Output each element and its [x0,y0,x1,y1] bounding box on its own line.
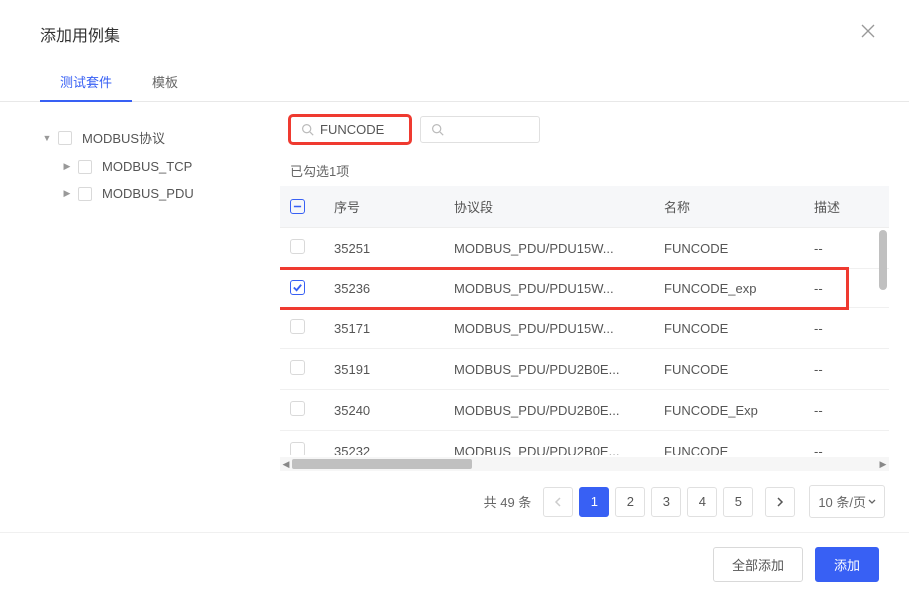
caret-right-icon[interactable]: ▶ [60,161,74,172]
col-seq: 序号 [324,186,444,228]
tree-label: MODBUS协议 [82,128,165,147]
page-number-1[interactable]: 1 [579,487,609,517]
search-box-primary[interactable] [290,116,410,143]
page-size-label: 10 条/页 [818,492,866,511]
cell-proto: MODBUS_PDU/PDU15W... [444,308,654,349]
scroll-left-icon[interactable]: ◀ [280,457,292,471]
page-number-2[interactable]: 2 [615,487,645,517]
cell-desc: -- [804,228,889,269]
vertical-scrollbar[interactable] [879,230,887,290]
search-input[interactable] [320,122,399,137]
cell-desc: -- [804,349,889,390]
row-checkbox[interactable] [290,401,305,416]
search-input-secondary[interactable] [450,122,529,137]
close-icon [861,24,875,38]
tree-node-root[interactable]: ▼ MODBUS协议 [40,122,250,153]
caret-right-icon[interactable]: ▶ [60,188,74,199]
tree-checkbox[interactable] [78,160,92,174]
cell-desc: -- [804,390,889,431]
table-row[interactable]: 35236MODBUS_PDU/PDU15W...FUNCODE_exp-- [280,269,889,308]
tree-node-pdu[interactable]: ▶ MODBUS_PDU [60,180,250,207]
cell-seq: 35251 [324,228,444,269]
horizontal-scrollbar-track[interactable]: ◀ ▶ [280,457,889,471]
tab-bar: 测试套件 模板 [0,62,909,102]
table-wrapper: 序号 协议段 名称 描述 35251MODBUS_PDU/PDU15W...FU… [280,186,889,455]
chevron-right-icon [776,497,784,507]
close-button[interactable] [857,20,879,47]
cell-desc: -- [804,308,889,349]
cell-seq: 35191 [324,349,444,390]
page-size-select[interactable]: 10 条/页 [809,485,885,518]
cell-seq: 35240 [324,390,444,431]
tab-template[interactable]: 模板 [132,62,198,101]
selected-count: 已勾选1项 [280,155,889,186]
page-number-5[interactable]: 5 [723,487,753,517]
cell-desc: -- [804,431,889,456]
cell-proto: MODBUS_PDU/PDU2B0E... [444,349,654,390]
tree-checkbox[interactable] [58,131,72,145]
horizontal-scrollbar-thumb[interactable] [292,459,472,469]
pagination: 共 49 条 12345 10 条/页 [280,471,889,522]
scroll-right-icon[interactable]: ▶ [877,457,889,471]
chevron-left-icon [554,497,562,507]
cell-proto: MODBUS_PDU/PDU2B0E... [444,390,654,431]
table-row[interactable]: 35232MODBUS_PDU/PDU2B0E...FUNCODE-- [280,431,889,456]
add-button[interactable]: 添加 [815,547,879,582]
row-checkbox[interactable] [290,280,305,295]
cell-name: FUNCODE_exp [654,269,804,308]
cell-name: FUNCODE_Exp [654,390,804,431]
col-proto: 协议段 [444,186,654,228]
chevron-down-icon [868,499,876,505]
search-row [280,116,889,143]
row-checkbox[interactable] [290,239,305,254]
cell-desc: -- [804,269,889,308]
page-prev[interactable] [543,487,573,517]
table-header-row: 序号 协议段 名称 描述 [280,186,889,228]
cell-name: FUNCODE [654,228,804,269]
results-table: 序号 协议段 名称 描述 35251MODBUS_PDU/PDU15W...FU… [280,186,889,455]
minus-icon [293,202,302,211]
table-row[interactable]: 35171MODBUS_PDU/PDU15W...FUNCODE-- [280,308,889,349]
search-box-secondary[interactable] [420,116,540,143]
protocol-tree: ▼ MODBUS协议 ▶ MODBUS_TCP ▶ MODBUS_PDU [0,102,270,532]
tab-test-suite[interactable]: 测试套件 [40,62,132,101]
tree-label: MODBUS_PDU [102,186,194,201]
tree-node-tcp[interactable]: ▶ MODBUS_TCP [60,153,250,180]
modal-title: 添加用例集 [40,22,120,46]
tree-label: MODBUS_TCP [102,159,192,174]
page-number-3[interactable]: 3 [651,487,681,517]
add-all-button[interactable]: 全部添加 [713,547,803,582]
search-icon [431,123,444,136]
table-row[interactable]: 35191MODBUS_PDU/PDU2B0E...FUNCODE-- [280,349,889,390]
page-number-4[interactable]: 4 [687,487,717,517]
tree-checkbox[interactable] [78,187,92,201]
modal-header: 添加用例集 [0,0,909,62]
cell-name: FUNCODE [654,308,804,349]
modal-dialog: 添加用例集 测试套件 模板 ▼ MODBUS协议 ▶ MODBUS_TCP [0,0,909,596]
cell-proto: MODBUS_PDU/PDU15W... [444,228,654,269]
table-row[interactable]: 35240MODBUS_PDU/PDU2B0E...FUNCODE_Exp-- [280,390,889,431]
modal-footer: 全部添加 添加 [0,532,909,596]
cell-proto: MODBUS_PDU/PDU15W... [444,269,654,308]
col-desc: 描述 [804,186,889,228]
content-area: ▼ MODBUS协议 ▶ MODBUS_TCP ▶ MODBUS_PDU [0,102,909,532]
cell-seq: 35171 [324,308,444,349]
col-name: 名称 [654,186,804,228]
search-icon [301,123,314,136]
cell-seq: 35236 [324,269,444,308]
main-panel: 已勾选1项 序号 协议段 名称 描述 [270,102,909,532]
row-checkbox[interactable] [290,319,305,334]
page-next[interactable] [765,487,795,517]
check-icon [292,282,303,293]
cell-proto: MODBUS_PDU/PDU2B0E... [444,431,654,456]
row-checkbox[interactable] [290,360,305,375]
select-all-checkbox[interactable] [290,199,305,214]
cell-name: FUNCODE [654,349,804,390]
table-row[interactable]: 35251MODBUS_PDU/PDU15W...FUNCODE-- [280,228,889,269]
pagination-total: 共 49 条 [484,492,532,511]
caret-down-icon[interactable]: ▼ [40,133,54,143]
row-checkbox[interactable] [290,442,305,455]
cell-name: FUNCODE [654,431,804,456]
cell-seq: 35232 [324,431,444,456]
